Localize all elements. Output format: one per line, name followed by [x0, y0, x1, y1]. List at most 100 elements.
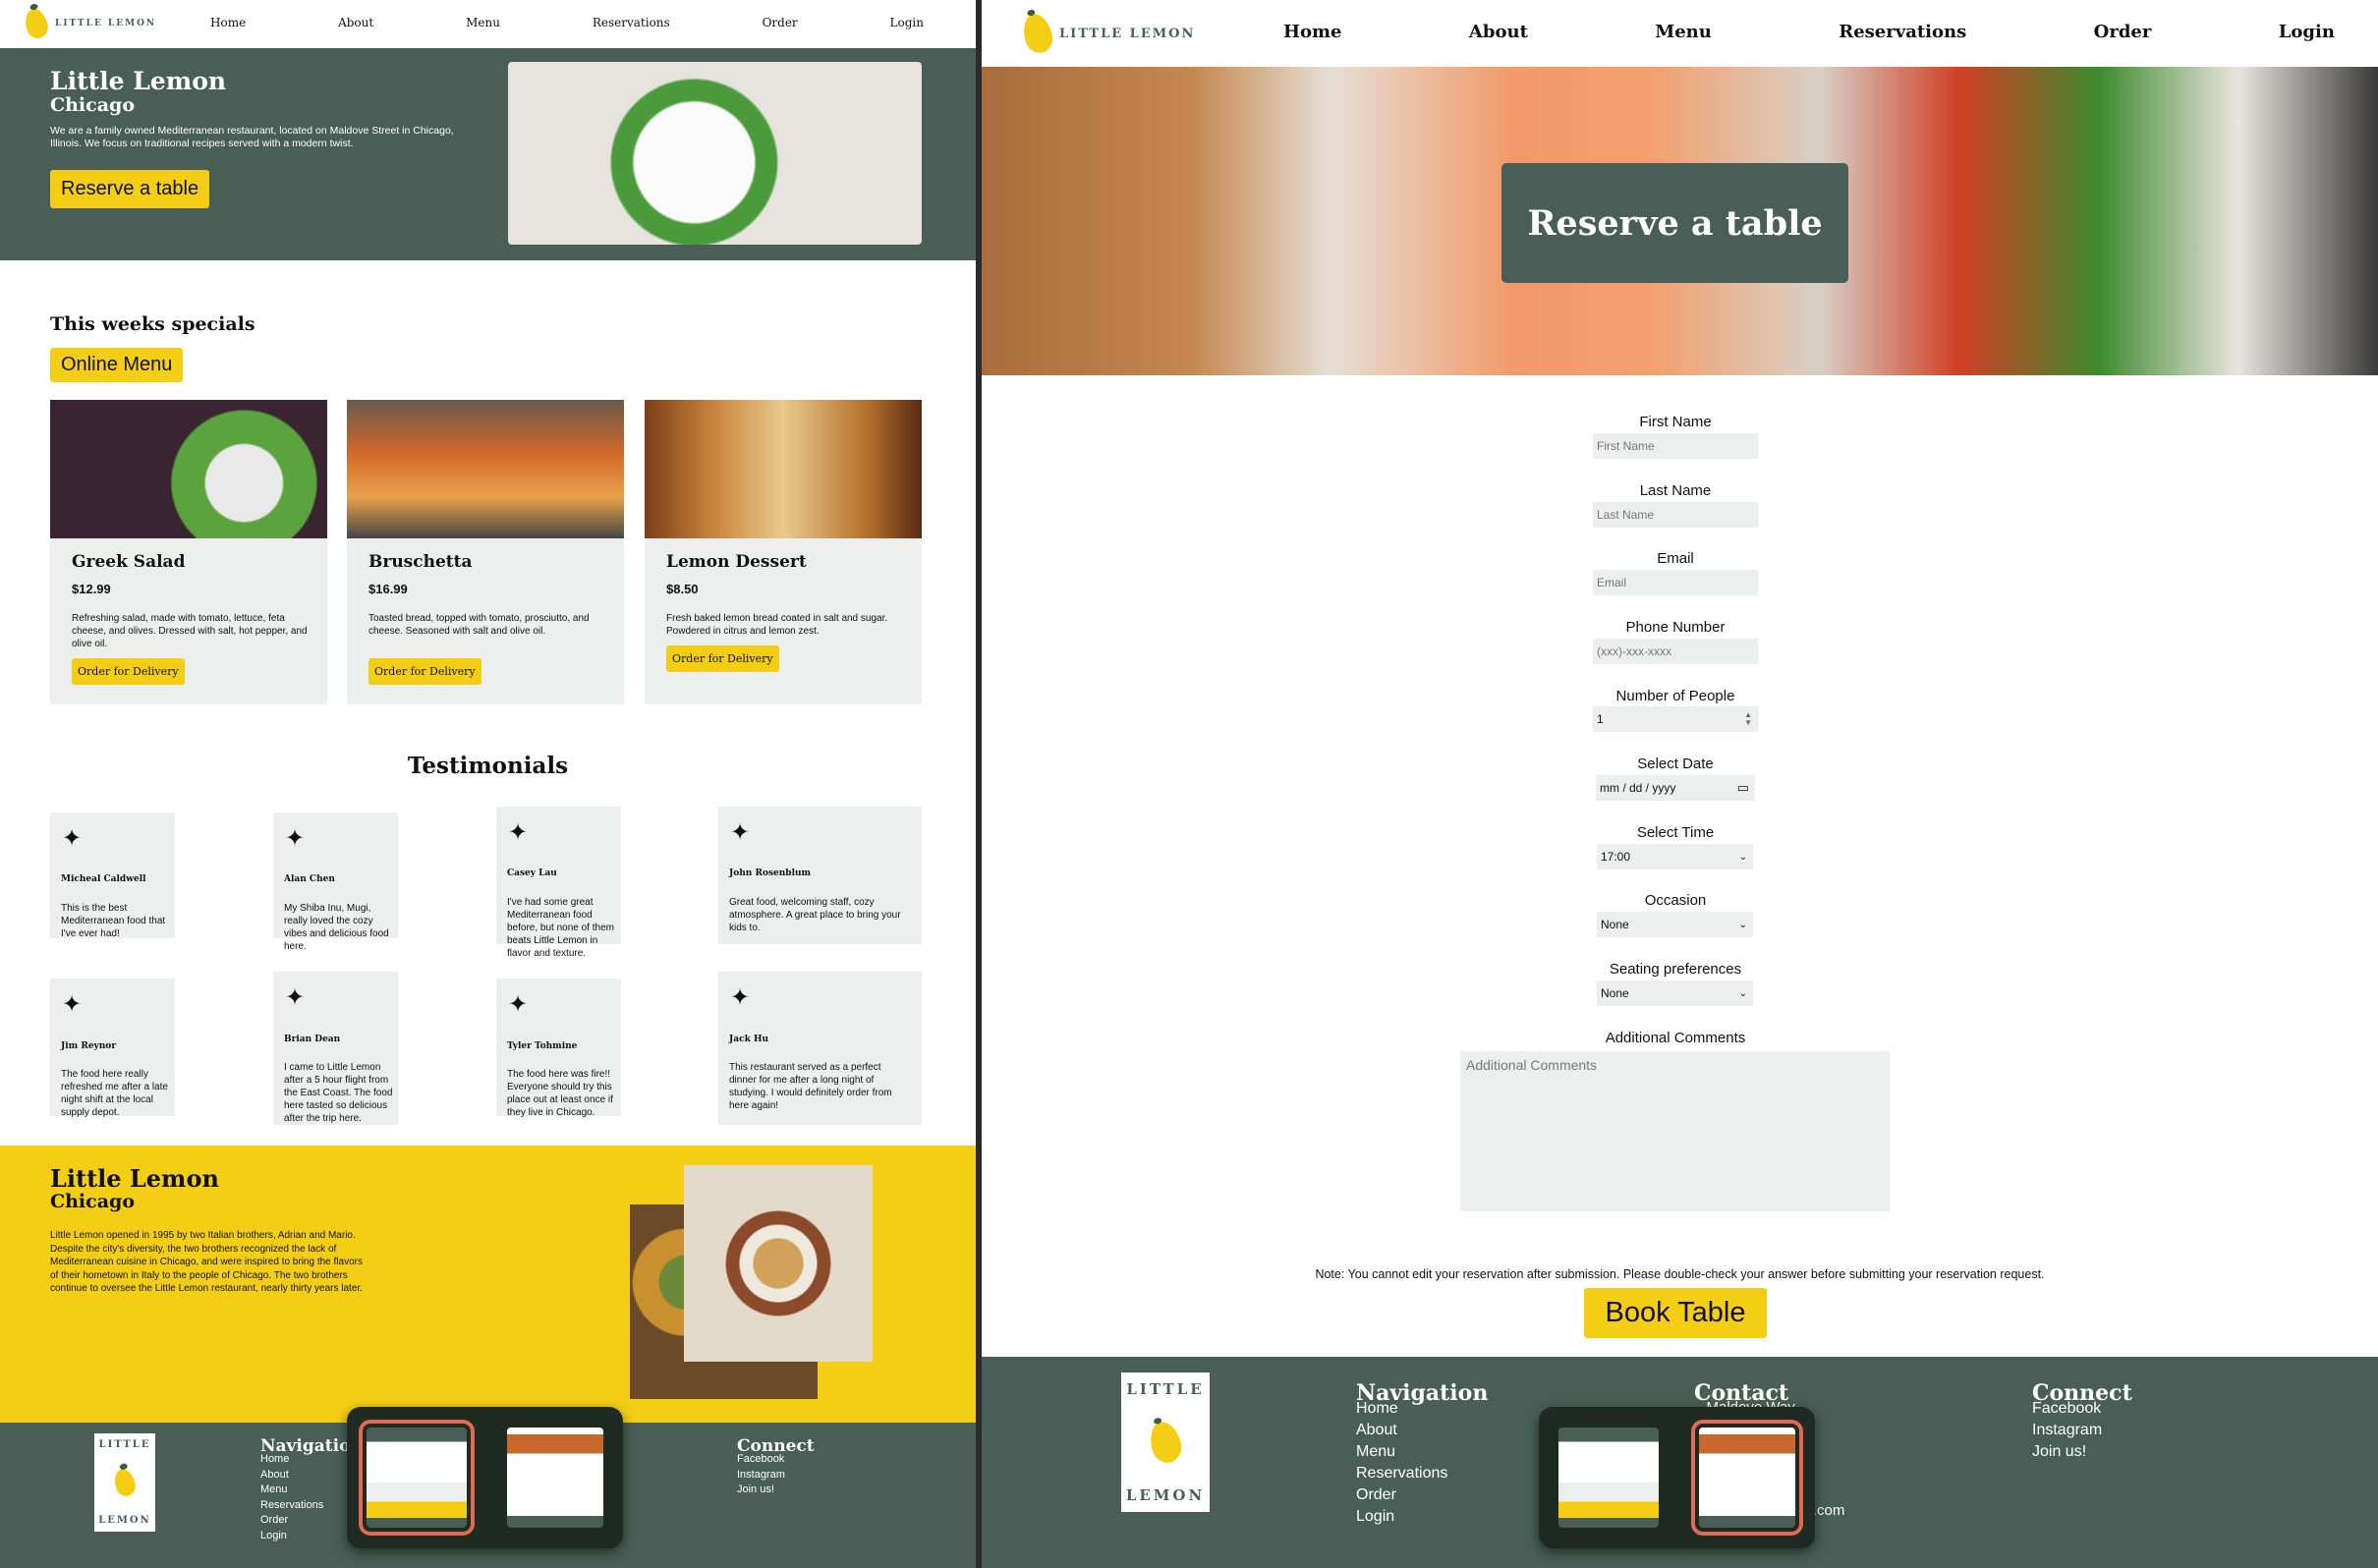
testimonial-name: Micheal Caldwell: [61, 874, 146, 884]
sparkle-icon: ✦: [730, 984, 751, 1011]
footer-instagram[interactable]: Instagram: [2032, 1420, 2102, 1441]
footer-nav-home[interactable]: Home: [1356, 1398, 1447, 1420]
special-price: $8.50: [666, 582, 699, 596]
testimonials-heading: Testimonials: [407, 753, 569, 779]
footer-nav-reservations[interactable]: Reservations: [260, 1498, 323, 1514]
nav-login[interactable]: Login: [2279, 22, 2335, 42]
navbar: LITTLE LEMON Home About Menu Reservation…: [0, 0, 976, 48]
first-name-input[interactable]: First Name: [1593, 433, 1758, 459]
special-price: $12.99: [72, 582, 111, 596]
footer-nav-login[interactable]: Login: [260, 1529, 323, 1544]
hero-description: We are a family owned Mediterranean rest…: [50, 125, 454, 149]
last-name-input[interactable]: Last Name: [1593, 502, 1758, 528]
order-delivery-button[interactable]: Order for Delivery: [72, 658, 185, 685]
window-thumbnail-home[interactable]: [1558, 1428, 1660, 1528]
window-thumbnail-reservation[interactable]: [506, 1428, 603, 1528]
sparkle-icon: ✦: [285, 825, 306, 852]
people-label: Number of People: [1615, 688, 1735, 704]
date-input[interactable]: mm / dd / yyyy ▭: [1596, 775, 1755, 801]
sparkle-icon: ✦: [508, 991, 529, 1018]
footer-logo-bottom: LEMON: [98, 1515, 151, 1526]
hero-section: Little Lemon Chicago We are a family own…: [0, 48, 976, 260]
footer-nav-login[interactable]: Login: [1356, 1506, 1447, 1528]
nav-about[interactable]: About: [338, 16, 373, 29]
window-switcher: [347, 1407, 623, 1548]
time-select[interactable]: 17:00 ⌄: [1597, 844, 1753, 869]
testimonial-name: Tyler Tohmine: [507, 1041, 578, 1051]
sparkle-icon: ✦: [62, 991, 83, 1018]
testimonial-card: ✦ Micheal Caldwell This is the best Medi…: [50, 812, 175, 939]
special-name: Greek Salad: [72, 552, 186, 572]
footer-nav-reservations[interactable]: Reservations: [1356, 1463, 1447, 1484]
date-label: Select Date: [1637, 756, 1714, 772]
online-menu-button[interactable]: Online Menu: [50, 348, 184, 382]
footer-logo-top: LITTLE: [1126, 1380, 1205, 1398]
logo-text: LITTLE LEMON: [55, 19, 157, 28]
submission-note: Note: You cannot edit your reservation a…: [1315, 1267, 2045, 1281]
nav-menu[interactable]: Menu: [1655, 22, 1712, 42]
nav-links: Home About Menu Reservations Order Login: [210, 16, 924, 29]
about-subtitle: Chicago: [50, 1191, 135, 1212]
order-delivery-button[interactable]: Order for Delivery: [666, 645, 779, 672]
phone-input[interactable]: (xxx)-xxx-xxxx: [1593, 639, 1758, 664]
footer-nav-menu[interactable]: Menu: [1356, 1441, 1447, 1463]
email-input[interactable]: Email: [1593, 570, 1758, 595]
specials-heading: This weeks specials: [50, 313, 255, 335]
footer-facebook[interactable]: Facebook: [737, 1452, 785, 1468]
footer-nav-menu[interactable]: Menu: [260, 1483, 323, 1498]
order-delivery-button[interactable]: Order for Delivery: [368, 658, 481, 685]
people-stepper[interactable]: 1 ▲ ▼: [1593, 706, 1758, 732]
footer-facebook[interactable]: Facebook: [2032, 1398, 2102, 1420]
comments-label: Additional Comments: [1605, 1030, 1746, 1046]
calendar-icon[interactable]: ▭: [1737, 780, 1749, 796]
seating-label: Seating preferences: [1609, 961, 1742, 978]
nav-order[interactable]: Order: [2094, 22, 2152, 42]
hero-subtitle: Chicago: [50, 94, 135, 116]
book-table-button[interactable]: Book Table: [1584, 1288, 1767, 1338]
logo[interactable]: LITTLE LEMON: [22, 6, 157, 41]
logo[interactable]: LITTLE LEMON: [1019, 11, 1196, 56]
nav-order[interactable]: Order: [763, 16, 798, 29]
testimonial-text: The food here was fire!! Everyone should…: [507, 1069, 613, 1118]
testimonial-card: ✦ Brian Dean I came to Little Lemon afte…: [273, 972, 398, 1125]
footer-nav-home[interactable]: Home: [260, 1452, 323, 1468]
about-text: Little Lemon opened in 1995 by two Itali…: [50, 1230, 363, 1294]
first-name-label: First Name: [1639, 414, 1712, 430]
testimonial-name: Jim Reynor: [61, 1041, 117, 1051]
footer-join[interactable]: Join us!: [2032, 1441, 2102, 1463]
nav-home[interactable]: Home: [1283, 22, 1342, 42]
comments-textarea[interactable]: Additional Comments: [1460, 1051, 1890, 1211]
seating-select[interactable]: None ⌄: [1597, 980, 1753, 1006]
sparkle-icon: ✦: [62, 825, 83, 852]
footer-instagram[interactable]: Instagram: [737, 1468, 785, 1484]
reserve-table-button[interactable]: Reserve a table: [50, 170, 210, 208]
footer-nav-about[interactable]: About: [260, 1468, 323, 1484]
nav-reservations[interactable]: Reservations: [593, 16, 670, 29]
special-card-lemon-dessert: Lemon Dessert $8.50 Fresh baked lemon br…: [645, 400, 922, 704]
people-value: 1: [1597, 712, 1604, 726]
nav-home[interactable]: Home: [210, 16, 246, 29]
nav-about[interactable]: About: [1469, 22, 1528, 42]
phone-label: Phone Number: [1625, 619, 1726, 636]
logo-text: LITTLE LEMON: [1059, 26, 1196, 41]
sparkle-icon: ✦: [508, 819, 529, 846]
nav-menu[interactable]: Menu: [466, 16, 500, 29]
occasion-select[interactable]: None ⌄: [1597, 912, 1753, 937]
testimonial-card: ✦ Tyler Tohmine The food here was fire!!…: [496, 979, 621, 1118]
window-thumbnail-home[interactable]: [359, 1420, 476, 1536]
time-value: 17:00: [1601, 850, 1631, 864]
stepper-arrows-icon[interactable]: ▲ ▼: [1744, 711, 1752, 727]
footer-nav-about[interactable]: About: [1356, 1420, 1447, 1441]
chevron-down-icon: ⌄: [1738, 851, 1747, 863]
email-label: Email: [1657, 550, 1694, 567]
testimonial-name: Alan Chen: [284, 874, 335, 884]
footer-nav-order[interactable]: Order: [1356, 1484, 1447, 1506]
nav-reservations[interactable]: Reservations: [1839, 22, 1966, 42]
footer-nav-order[interactable]: Order: [260, 1513, 323, 1529]
footer-nav-list: Home About Menu Reservations Order Login: [1356, 1398, 1447, 1528]
about-image-2: [684, 1165, 873, 1362]
window-thumbnail-reservation[interactable]: [1690, 1420, 1803, 1536]
footer-join[interactable]: Join us!: [737, 1483, 785, 1498]
nav-login[interactable]: Login: [890, 16, 924, 29]
about-title: Little Lemon: [50, 1164, 219, 1193]
